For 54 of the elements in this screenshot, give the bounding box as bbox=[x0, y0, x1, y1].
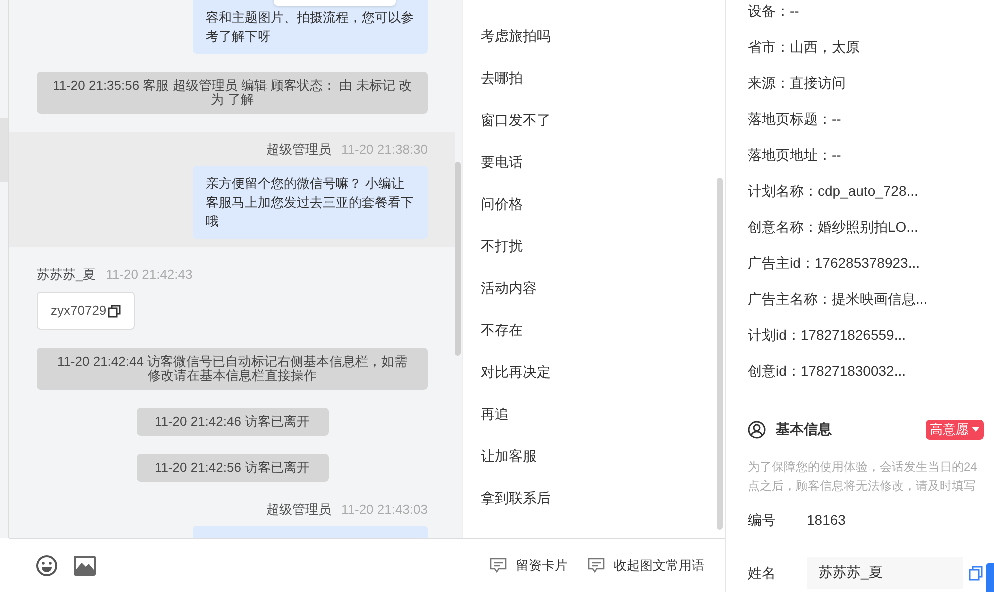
message-time: 11-20 21:42:43 bbox=[106, 266, 193, 284]
message-icon bbox=[588, 558, 605, 574]
quick-phrase[interactable]: 窗口发不了 bbox=[481, 110, 717, 130]
detail-text: 落地页标题：-- bbox=[748, 110, 842, 129]
scrollbar-thumb[interactable] bbox=[455, 162, 461, 356]
sender-name: 超级管理员 bbox=[266, 501, 332, 519]
sender-name: 超级管理员 bbox=[266, 141, 332, 159]
message-text: zyx70729 bbox=[51, 302, 107, 320]
quick-phrase[interactable]: 不存在 bbox=[481, 320, 717, 340]
system-notice: 11-20 21:42:56 访客已离开 bbox=[136, 454, 328, 482]
detail-text: 广告主id：176285378923... bbox=[748, 254, 921, 273]
toolbar-button[interactable]: 收起图文常用语 bbox=[588, 556, 705, 576]
name-input[interactable]: 苏苏苏_夏 bbox=[807, 557, 963, 589]
field-label: 姓名 bbox=[748, 564, 777, 582]
sender-name: 苏苏苏_夏 bbox=[37, 266, 96, 284]
detail-text: 创意id：178271830032... bbox=[748, 362, 907, 381]
field-label: 编号 bbox=[748, 511, 777, 530]
message-bubble: 容和主题图片、拍摄流程，您可以参考了解下呀 bbox=[193, 0, 428, 54]
copy-icon[interactable] bbox=[108, 304, 121, 318]
detail-text: 计划名称：cdp_auto_728... bbox=[748, 182, 920, 201]
system-notice: 11-20 21:42:44 访客微信号已自动标记右侧基本信息栏，如需修改请在基本信息栏直接操作 bbox=[37, 348, 428, 390]
quick-phrase[interactable]: 考虑旅拍吗 bbox=[481, 26, 717, 46]
notice-text: 为了保障您的使用体验，会话发生当日的24点之后，顾客信息将无法修改，请及时填写 bbox=[748, 459, 978, 495]
quick-phrase[interactable]: 问价格 bbox=[481, 194, 717, 214]
message-icon bbox=[490, 558, 507, 574]
detail-text: 广告主名称：提米映画信息... bbox=[748, 290, 929, 309]
emoji-icon[interactable] bbox=[36, 554, 58, 576]
quick-phrase[interactable]: 再追 bbox=[481, 404, 717, 424]
detail-text: 创意名称：婚纱照别拍LO... bbox=[748, 218, 920, 237]
user-circle-icon bbox=[748, 420, 766, 438]
intent-tag[interactable]: 高意愿 bbox=[926, 420, 984, 440]
detail-text: 设备：-- bbox=[748, 2, 800, 21]
quick-phrase[interactable]: 去哪拍 bbox=[481, 68, 717, 88]
image-icon[interactable] bbox=[74, 556, 96, 576]
quick-phrase[interactable]: 让加客服 bbox=[481, 446, 717, 466]
field-value: 18163 bbox=[807, 511, 846, 530]
detail-text: 省市：山西，太原 bbox=[748, 38, 861, 57]
detail-text: 计划id：178271826559... bbox=[748, 326, 907, 345]
message-time: 11-20 21:38:30 bbox=[342, 141, 428, 159]
detail-text: 落地页地址：-- bbox=[748, 146, 842, 165]
quick-phrase[interactable]: 拿到联系后 bbox=[481, 488, 717, 508]
message-time: 11-20 21:43:03 bbox=[342, 501, 428, 519]
system-notice: 11-20 21:35:56 客服 超级管理员 编辑 顾客状态： 由 未标记 改为 了解 bbox=[37, 72, 428, 114]
quick-phrase[interactable]: 要电话 bbox=[481, 152, 717, 172]
detail-text: 来源：直接访问 bbox=[748, 74, 847, 93]
quick-phrase[interactable]: 不打扰 bbox=[481, 236, 717, 256]
section-title: 基本信息 bbox=[776, 420, 832, 439]
quick-phrase[interactable]: 活动内容 bbox=[481, 278, 717, 298]
system-notice: 11-20 21:42:46 访客已离开 bbox=[136, 408, 328, 436]
scrollbar-thumb[interactable] bbox=[717, 178, 723, 530]
caret-icon bbox=[972, 427, 980, 432]
toolbar-button[interactable]: 留资卡片 bbox=[490, 556, 568, 576]
quick-phrase[interactable]: 对比再决定 bbox=[481, 362, 717, 382]
message-bubble: 亲方便留个您的微信号嘛？ 小编让客服马上加您发过去三亚的套餐看下哦 bbox=[193, 166, 428, 238]
